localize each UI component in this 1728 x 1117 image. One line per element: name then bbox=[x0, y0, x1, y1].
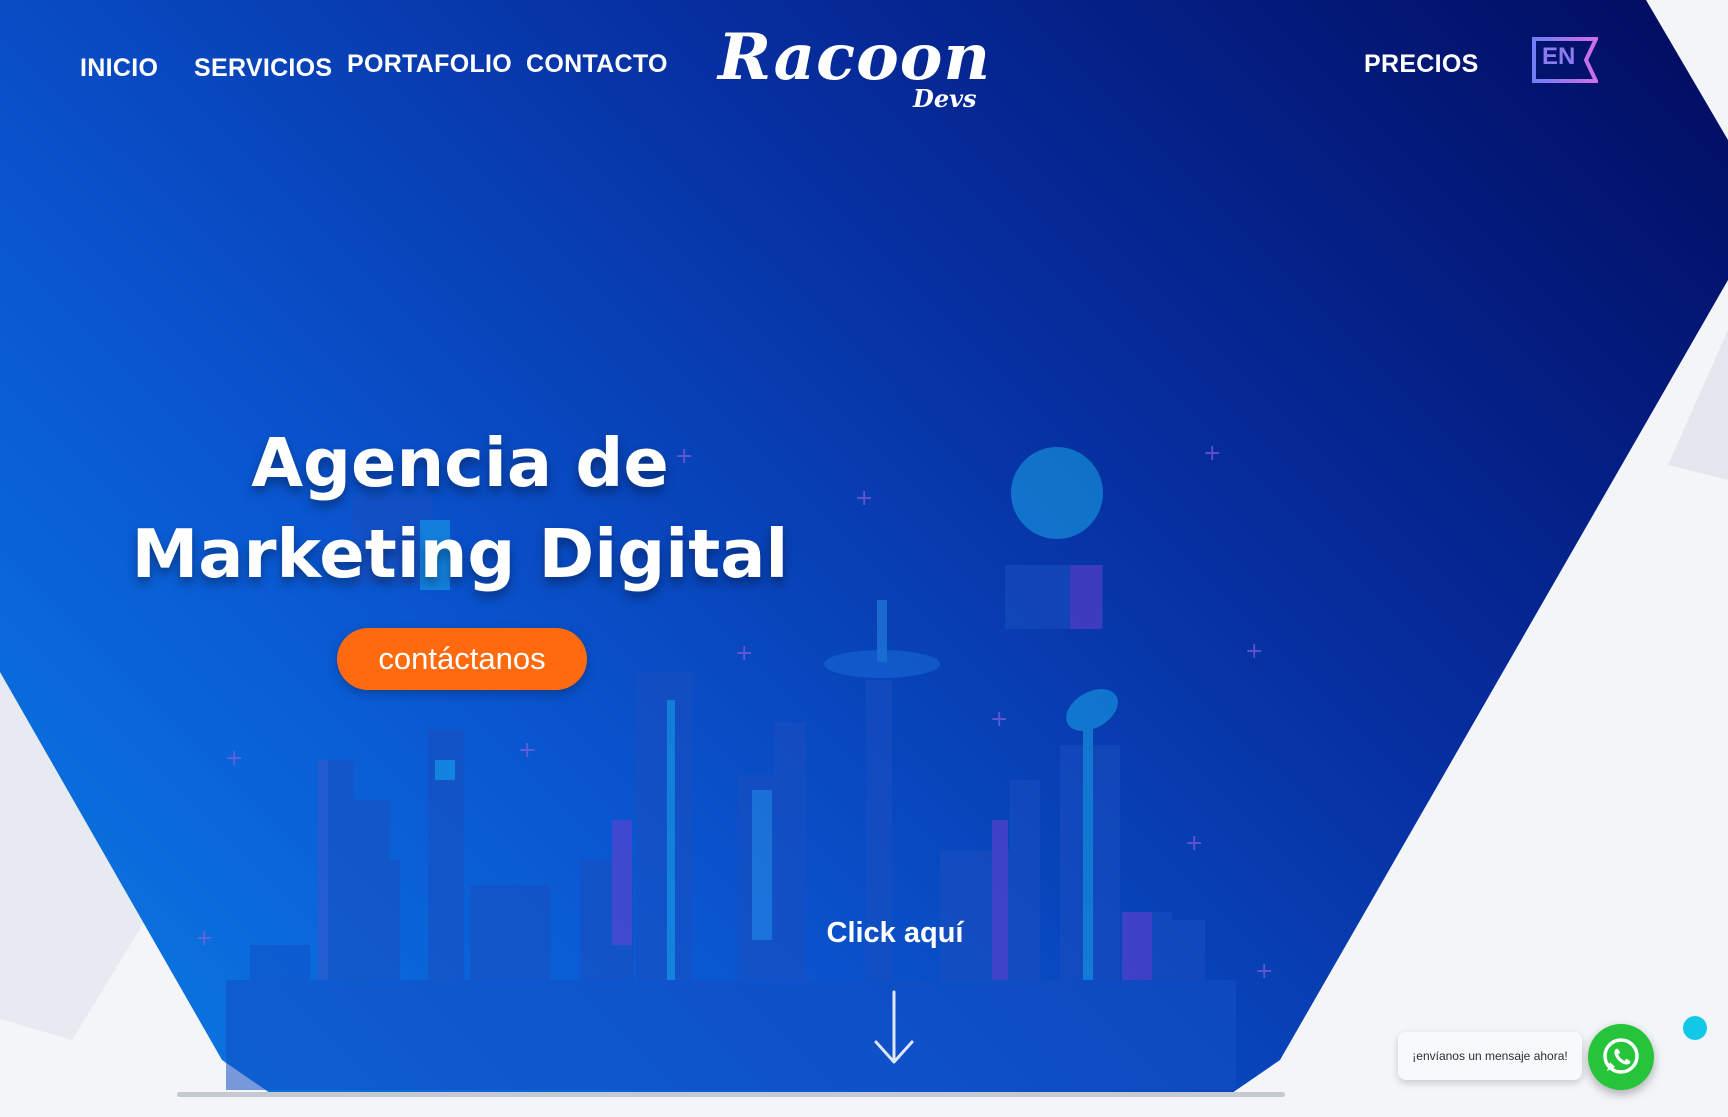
nav-servicios[interactable]: SERVICIOS bbox=[194, 54, 332, 83]
notification-dot bbox=[1683, 1016, 1707, 1040]
nav-portafolio[interactable]: PORTAFOLIO bbox=[347, 50, 512, 79]
nav-precios[interactable]: PRECIOS bbox=[1364, 50, 1479, 79]
whatsapp-button[interactable] bbox=[1588, 1024, 1654, 1090]
hero-title-line2: Marketing Digital bbox=[131, 515, 789, 593]
logo-subtitle: Devs bbox=[913, 84, 977, 113]
arrow-down-icon[interactable] bbox=[872, 990, 916, 1066]
nav-inicio[interactable]: INICIO bbox=[80, 54, 158, 83]
whatsapp-icon bbox=[1603, 1038, 1639, 1074]
scroll-label[interactable]: Click aquí bbox=[780, 917, 1010, 950]
language-switch[interactable]: EN bbox=[1532, 37, 1600, 83]
contact-button[interactable]: contáctanos bbox=[337, 628, 587, 690]
whatsapp-message-bubble[interactable]: ¡envíanos un mensaje ahora! bbox=[1398, 1032, 1582, 1080]
illustration-baseline bbox=[177, 1092, 1285, 1097]
logo[interactable]: Racoon Devs bbox=[718, 18, 990, 118]
logo-wordmark: Racoon bbox=[718, 20, 991, 95]
hero-title: Agencia de Marketing Digital bbox=[120, 418, 800, 600]
nav-contacto[interactable]: CONTACTO bbox=[526, 50, 668, 79]
language-label: EN bbox=[1542, 43, 1576, 70]
hero-title-line1: Agencia de bbox=[251, 424, 669, 502]
